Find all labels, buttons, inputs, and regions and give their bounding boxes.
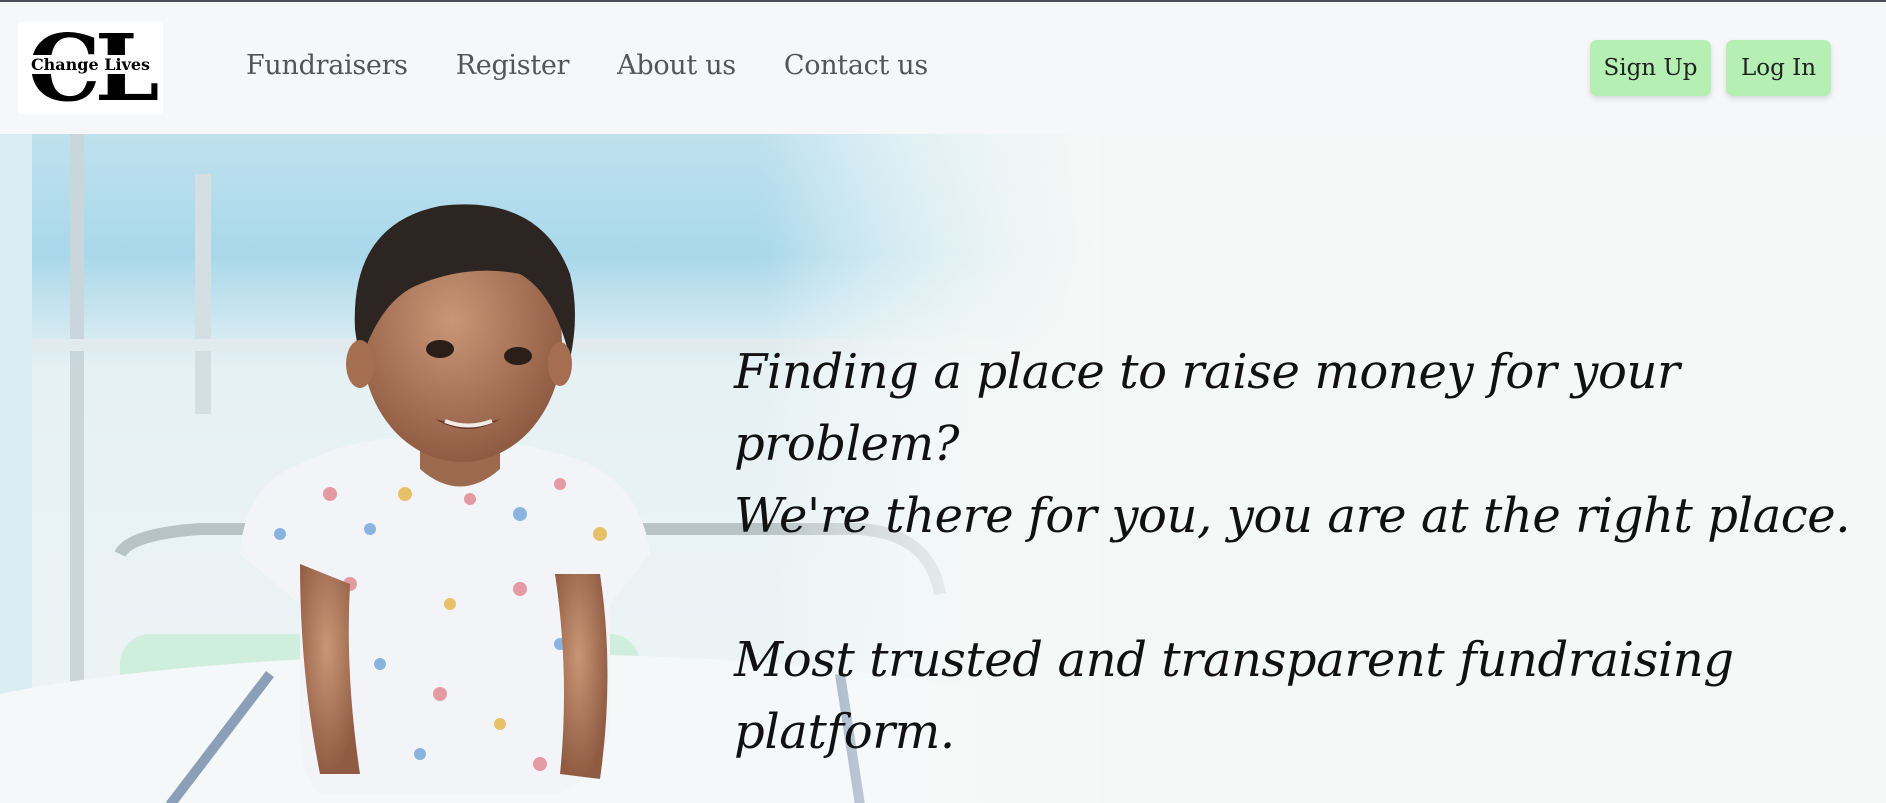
hero-line-1: Finding a place to raise money for your …: [734, 344, 1680, 472]
logo[interactable]: CL Change Lives: [18, 22, 163, 114]
site-header: CL Change Lives Fundraisers Register Abo…: [0, 2, 1886, 134]
nav-fundraisers[interactable]: Fundraisers: [246, 46, 408, 86]
hero-spacer: [734, 552, 1864, 624]
main-nav: Fundraisers Register About us Contact us: [246, 46, 976, 86]
logo-text: Change Lives: [28, 55, 153, 74]
log-in-button[interactable]: Log In: [1726, 40, 1831, 96]
hero-line-2: We're there for you, you are at the righ…: [734, 488, 1851, 544]
hero-line-3: Most trusted and transparent fundraising: [734, 632, 1734, 688]
hero-text: Finding a place to raise money for your …: [734, 336, 1864, 768]
nav-contact-us[interactable]: Contact us: [784, 46, 928, 86]
sign-up-button[interactable]: Sign Up: [1590, 40, 1711, 96]
hero-line-4: platform.: [734, 704, 955, 760]
page: CL Change Lives Fundraisers Register Abo…: [0, 0, 1886, 803]
nav-about-us[interactable]: About us: [617, 46, 736, 86]
nav-register[interactable]: Register: [456, 46, 570, 86]
hero-section: Finding a place to raise money for your …: [0, 134, 1886, 803]
